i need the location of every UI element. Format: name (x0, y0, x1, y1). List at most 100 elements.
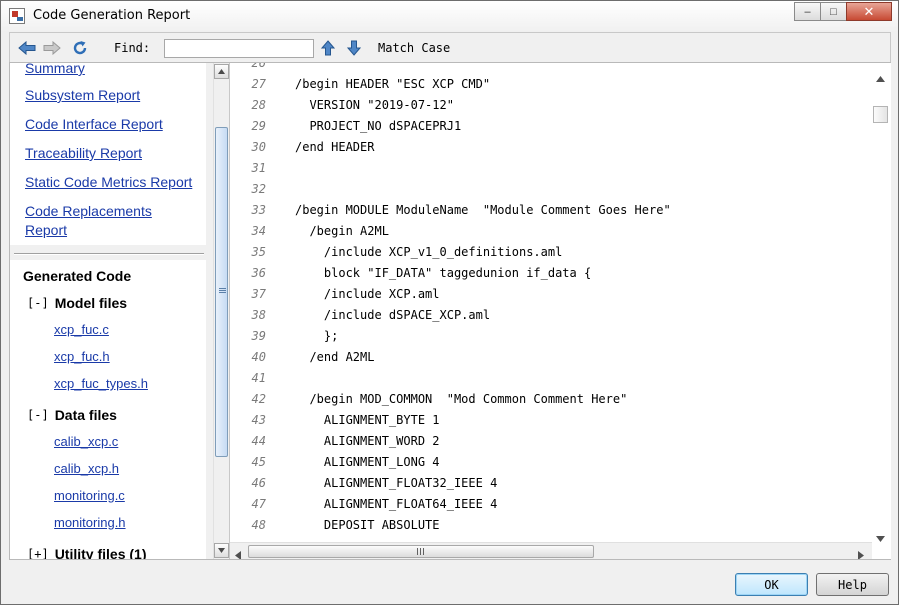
line-number: 33 (251, 203, 266, 217)
line-number: 30 (251, 140, 266, 154)
code-text: /include dSPACE_XCP.aml (295, 308, 491, 322)
report-links-panel: Summary Subsystem Report Code Interface … (10, 63, 206, 245)
data-files-group[interactable]: [-] Data files (27, 407, 117, 423)
code-vertical-scrollbar[interactable] (872, 63, 891, 542)
code-scroll-down-arrow-icon[interactable] (876, 529, 885, 547)
expand-toggle-icon[interactable]: [+] (27, 547, 49, 559)
summary-link[interactable]: Summary (25, 63, 85, 78)
code-text: /begin HEADER "ESC XCP CMD" (295, 77, 491, 91)
code-line: 46 ALIGNMENT_FLOAT32_IEEE 4 (230, 473, 498, 494)
line-number: 31 (251, 161, 266, 175)
nav-scroll-thumb[interactable] (215, 127, 228, 457)
file-link-calib-xcp-h[interactable]: calib_xcp.h (54, 461, 119, 476)
maximize-icon: □ (830, 5, 837, 18)
code-text: ALIGNMENT_BYTE 1 (295, 413, 440, 427)
code-line: 31 (230, 158, 295, 179)
code-line: 41 (230, 368, 295, 389)
code-replacements-report-link-cont[interactable]: Report (25, 221, 67, 240)
line-number: 41 (251, 371, 266, 385)
close-icon: ✕ (863, 3, 875, 19)
generated-code-title: Generated Code (23, 268, 132, 284)
line-number: 28 (251, 98, 266, 112)
code-text: ALIGNMENT_FLOAT32_IEEE 4 (295, 476, 498, 490)
forward-arrow-icon[interactable] (43, 40, 61, 56)
code-line: 38 /include dSPACE_XCP.aml (230, 305, 491, 326)
collapse-toggle-icon[interactable]: [-] (27, 296, 49, 310)
code-text: /end A2ML (295, 350, 375, 364)
line-number: 39 (251, 329, 266, 343)
code-line: 40 /end A2ML (230, 347, 375, 368)
line-number: 48 (251, 518, 266, 532)
file-link-monitoring-h[interactable]: monitoring.h (54, 515, 126, 530)
utility-files-group[interactable]: [+] Utility files (1) (27, 546, 146, 559)
code-line: 45 ALIGNMENT_LONG 4 (230, 452, 440, 473)
code-scroll-thumb[interactable] (873, 106, 888, 123)
subsystem-report-link[interactable]: Subsystem Report (25, 86, 140, 105)
code-generation-report-window: Code Generation Report – □ ✕ Find: Match… (0, 0, 899, 605)
static-code-metrics-report-link[interactable]: Static Code Metrics Report (25, 173, 192, 192)
code-horizontal-scrollbar[interactable] (230, 542, 872, 559)
code-text: }; (295, 329, 339, 343)
model-files-group[interactable]: [-] Model files (27, 295, 127, 311)
code-line: 28 VERSION "2019-07-12" (230, 95, 454, 116)
scroll-up-arrow-icon[interactable] (214, 64, 229, 79)
file-link-xcp-fuc-h[interactable]: xcp_fuc.h (54, 349, 110, 364)
code-text: /include XCP_v1_0_definitions.aml (295, 245, 563, 259)
code-view: 26 27/begin HEADER "ESC XCP CMD" 28 VERSIO… (229, 63, 891, 559)
code-text: /include XCP.aml (295, 287, 440, 301)
code-line: 32 (230, 179, 295, 200)
find-input[interactable] (164, 39, 314, 58)
line-number: 40 (251, 350, 266, 364)
line-number: 29 (251, 119, 266, 133)
code-scroll-up-arrow-icon[interactable] (876, 69, 885, 87)
file-link-xcp-fuc-c[interactable]: xcp_fuc.c (54, 322, 109, 337)
help-button[interactable]: Help (816, 573, 889, 596)
scroll-left-arrow-icon[interactable] (235, 547, 241, 559)
collapse-toggle-icon[interactable]: [-] (27, 408, 49, 422)
title-bar[interactable]: Code Generation Report – □ ✕ (1, 1, 898, 31)
ok-button[interactable]: OK (735, 573, 808, 596)
traceability-report-link[interactable]: Traceability Report (25, 144, 142, 163)
maximize-button[interactable]: □ (820, 2, 847, 21)
code-text: /begin MODULE ModuleName "Module Comment… (295, 203, 671, 217)
file-link-calib-xcp-c[interactable]: calib_xcp.c (54, 434, 118, 449)
line-number: 38 (251, 308, 266, 322)
line-number: 47 (251, 497, 266, 511)
window-title: Code Generation Report (33, 8, 191, 23)
close-button[interactable]: ✕ (846, 2, 892, 21)
code-interface-report-link[interactable]: Code Interface Report (25, 115, 163, 134)
scroll-down-arrow-icon[interactable] (214, 543, 229, 558)
find-previous-arrow-icon[interactable] (319, 40, 337, 56)
code-line: 39 }; (230, 326, 339, 347)
code-text: /end HEADER (295, 140, 375, 154)
code-replacements-report-link[interactable]: Code Replacements (25, 202, 152, 221)
minimize-icon: – (804, 5, 811, 18)
code-hscroll-thumb[interactable] (248, 545, 594, 558)
file-link-monitoring-c[interactable]: monitoring.c (54, 488, 125, 503)
back-arrow-icon[interactable] (18, 40, 36, 56)
code-line: 43 ALIGNMENT_BYTE 1 (230, 410, 440, 431)
line-number: 34 (251, 224, 266, 238)
find-next-arrow-icon[interactable] (345, 40, 363, 56)
refresh-icon[interactable] (71, 40, 89, 56)
scroll-right-arrow-icon[interactable] (858, 547, 864, 559)
file-link-xcp-fuc-types-h[interactable]: xcp_fuc_types.h (54, 376, 148, 391)
code-text: ALIGNMENT_LONG 4 (295, 455, 440, 469)
code-line: 36 block "IF_DATA" taggedunion if_data { (230, 263, 592, 284)
match-case-toggle[interactable]: Match Case (378, 41, 450, 55)
code-line: 29 PROJECT_NO dSPACEPRJ1 (230, 116, 462, 137)
line-number: 36 (251, 266, 266, 280)
minimize-button[interactable]: – (794, 2, 821, 21)
code-text: ALIGNMENT_WORD 2 (295, 434, 440, 448)
find-label: Find: (114, 41, 151, 55)
code-line: 30/end HEADER (230, 137, 375, 158)
navigation-pane: Summary Subsystem Report Code Interface … (10, 63, 214, 559)
code-line: 34 /begin A2ML (230, 221, 389, 242)
toolbar: Find: Match Case (9, 32, 891, 62)
code-text: /begin MOD_COMMON "Mod Common Comment He… (295, 392, 628, 406)
nav-vertical-scrollbar[interactable] (213, 63, 229, 559)
generated-code-panel: Generated Code [-] Model files xcp_fuc.c… (10, 260, 206, 559)
code-text: VERSION "2019-07-12" (295, 98, 454, 112)
group-label: Utility files (1) (54, 546, 147, 559)
code-line: 48 DEPOSIT ABSOLUTE (230, 515, 440, 536)
